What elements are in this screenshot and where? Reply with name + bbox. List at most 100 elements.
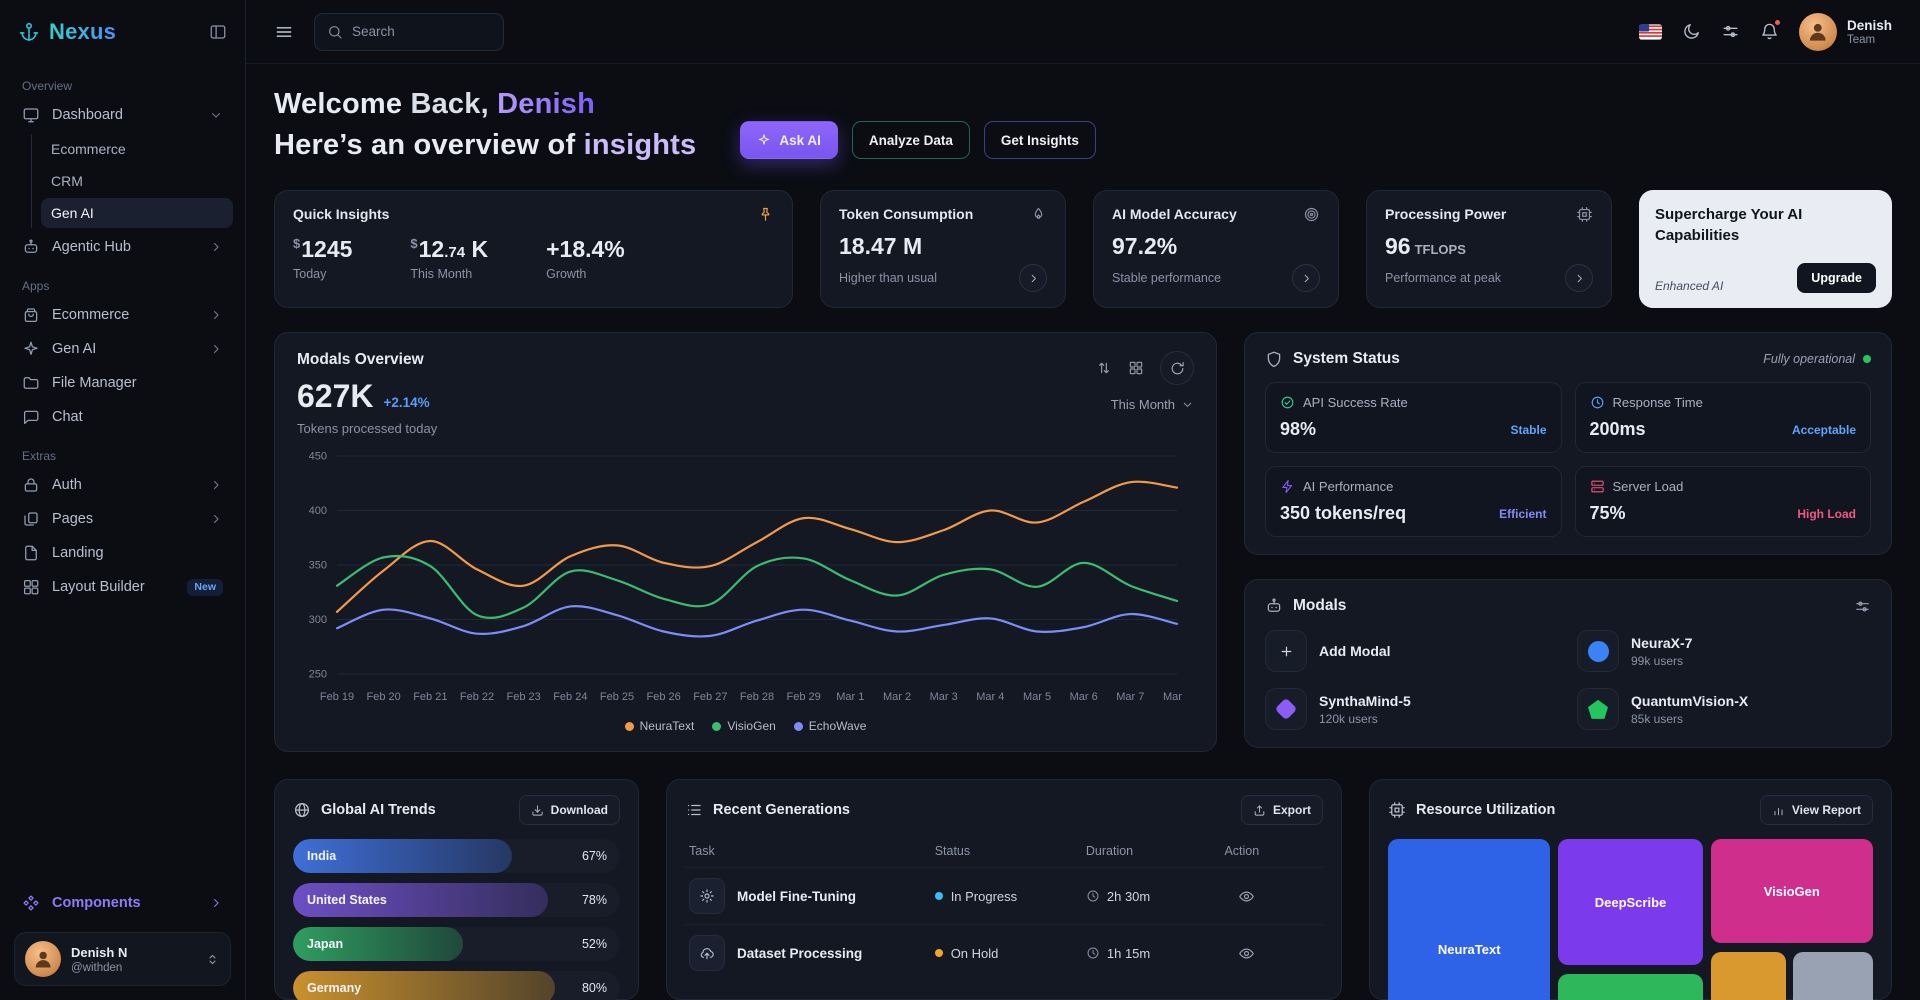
tokens-line-chart: 250300350400450Feb 19Feb 20Feb 21Feb 22F… <box>297 444 1194 717</box>
subtitle: Here’s an overview of <box>274 129 584 161</box>
view-report-button[interactable]: View Report <box>1760 795 1873 825</box>
modal-item-quantumvision[interactable]: QuantumVision-X 85k users <box>1577 688 1871 730</box>
trend-country: United States <box>307 893 387 907</box>
sidebar-item-auth[interactable]: Auth <box>12 468 233 502</box>
pin-icon[interactable] <box>757 206 774 223</box>
chevron-right-icon <box>209 342 223 356</box>
cloud-upload-icon <box>689 935 725 971</box>
filter-sliders-icon[interactable] <box>1854 598 1871 615</box>
refresh-button[interactable] <box>1160 351 1194 385</box>
clock-icon <box>1086 889 1100 903</box>
right-column: System Status Fully operational API Succ… <box>1244 332 1892 752</box>
bar-chart-icon <box>1772 804 1785 817</box>
grid-view-icon[interactable] <box>1128 360 1144 376</box>
sidebar-item-layout-builder[interactable]: Layout Builder New <box>12 570 233 604</box>
sidebar-item-ecommerce[interactable]: Ecommerce <box>12 298 233 332</box>
sidebar-item-components[interactable]: Components <box>12 884 233 922</box>
view-eye-icon[interactable] <box>1238 945 1255 962</box>
legend-dot <box>794 722 803 731</box>
status-label: API Success Rate <box>1303 395 1408 410</box>
list-icon <box>685 801 703 819</box>
treemap-tile-neuratext: NeuraText <box>1388 839 1550 1000</box>
clock-icon <box>1086 946 1100 960</box>
tokens-value: 627K <box>297 378 374 415</box>
notifications-button[interactable] <box>1760 22 1779 41</box>
menu-icon[interactable] <box>274 22 294 42</box>
analyze-data-button[interactable]: Analyze Data <box>852 121 970 159</box>
sidebar-item-pages[interactable]: Pages <box>12 502 233 536</box>
period-dropdown[interactable]: This Month <box>1111 397 1194 412</box>
view-eye-icon[interactable] <box>1238 888 1255 905</box>
svg-text:Mar 6: Mar 6 <box>1070 691 1098 703</box>
sidebar-subitem-crm[interactable]: CRM <box>41 166 233 196</box>
sidebar-item-agentic-hub[interactable]: Agentic Hub <box>12 230 233 264</box>
topbar-user-menu[interactable]: Denish Team <box>1799 13 1892 51</box>
add-modal-button[interactable]: Add Modal <box>1265 630 1559 672</box>
sidebar-item-chat[interactable]: Chat <box>12 400 233 434</box>
modal-users: 120k users <box>1319 712 1411 726</box>
sidebar-item-file-manager[interactable]: File Manager <box>12 366 233 400</box>
table-row: Dataset Processing On Hold 1h 15m <box>685 924 1323 981</box>
token-detail-button[interactable] <box>1019 264 1047 292</box>
layout-icon <box>22 578 40 596</box>
svg-text:Feb 21: Feb 21 <box>413 691 447 703</box>
svg-text:350: 350 <box>309 560 327 572</box>
power-detail-button[interactable] <box>1565 264 1593 292</box>
topbar-actions: Denish Team <box>1639 13 1892 51</box>
chevron-right-icon <box>209 240 223 254</box>
search-box[interactable] <box>314 13 504 51</box>
sidebar-subitem-gen-ai[interactable]: Gen AI <box>41 198 233 228</box>
stat-growth: +18.4% Growth <box>546 236 625 281</box>
subitem-label: Ecommerce <box>51 141 126 157</box>
sidebar-user-card[interactable]: Denish N @withden <box>14 932 231 986</box>
accuracy-detail-button[interactable] <box>1292 264 1320 292</box>
flame-icon <box>1030 206 1047 223</box>
trend-country: Germany <box>307 981 361 995</box>
sidebar-collapse-icon[interactable] <box>209 23 227 41</box>
server-icon <box>1590 479 1605 494</box>
bottom-row: Global AI Trends Download India 67% <box>274 779 1892 1000</box>
upgrade-button[interactable]: Upgrade <box>1797 263 1876 293</box>
chart-toolbar <box>1096 351 1194 385</box>
modal-item-synthamind[interactable]: SynthaMind-5 120k users <box>1265 688 1559 730</box>
button-label: Get Insights <box>1001 133 1079 148</box>
period-label: This Month <box>1111 397 1175 412</box>
chart-legend: NeuraText VisioGen EchoWave <box>297 719 1194 733</box>
sidebar-item-dashboard[interactable]: Dashboard <box>12 98 233 132</box>
sidebar-item-label: Layout Builder <box>52 579 145 595</box>
user-handle: @withden <box>71 962 127 974</box>
subitem-label: CRM <box>51 173 83 189</box>
modal-item-neurax[interactable]: NeuraX-7 99k users <box>1577 630 1871 672</box>
bot-icon <box>22 238 40 256</box>
task-name: Dataset Processing <box>737 946 862 961</box>
user-name: Denish <box>1847 18 1892 33</box>
get-insights-button[interactable]: Get Insights <box>984 121 1096 159</box>
card-title: Resource Utilization <box>1416 802 1555 818</box>
modals-card: Modals Add Modal NeuraX-7 <box>1244 579 1892 748</box>
status-badge: Efficient <box>1499 507 1546 521</box>
sidebar-item-label: Ecommerce <box>52 307 129 323</box>
quantumvision-icon <box>1577 688 1619 730</box>
sidebar-item-label: Chat <box>52 409 83 425</box>
column-duration: Duration <box>1086 844 1225 858</box>
export-button[interactable]: Export <box>1241 795 1323 825</box>
sidebar-subitem-ecommerce[interactable]: Ecommerce <box>41 134 233 164</box>
nexus-logo-icon <box>18 21 40 43</box>
card-title: AI Model Accuracy <box>1112 206 1237 222</box>
recent-generations-card: Recent Generations Export Task Status Du… <box>666 779 1342 1000</box>
nexus-logo[interactable]: Nexus <box>18 19 116 45</box>
user-name: Denish N <box>71 945 127 960</box>
download-button[interactable]: Download <box>519 795 620 825</box>
sort-icon[interactable] <box>1096 360 1112 376</box>
user-role: Team <box>1847 34 1892 46</box>
page-header: Welcome Back, Denish Here’s an overview … <box>274 84 1892 166</box>
sidebar-item-landing[interactable]: Landing <box>12 536 233 570</box>
ask-ai-button[interactable]: Ask AI <box>740 121 838 159</box>
greeting-back: Back, <box>402 88 497 120</box>
search-input[interactable] <box>352 24 491 39</box>
sidebar-item-gen-ai[interactable]: Gen AI <box>12 332 233 366</box>
greeting-name: Denish <box>497 88 595 120</box>
settings-sliders-icon[interactable] <box>1721 22 1740 41</box>
dark-mode-icon[interactable] <box>1682 22 1701 41</box>
language-flag-icon[interactable] <box>1639 24 1662 40</box>
